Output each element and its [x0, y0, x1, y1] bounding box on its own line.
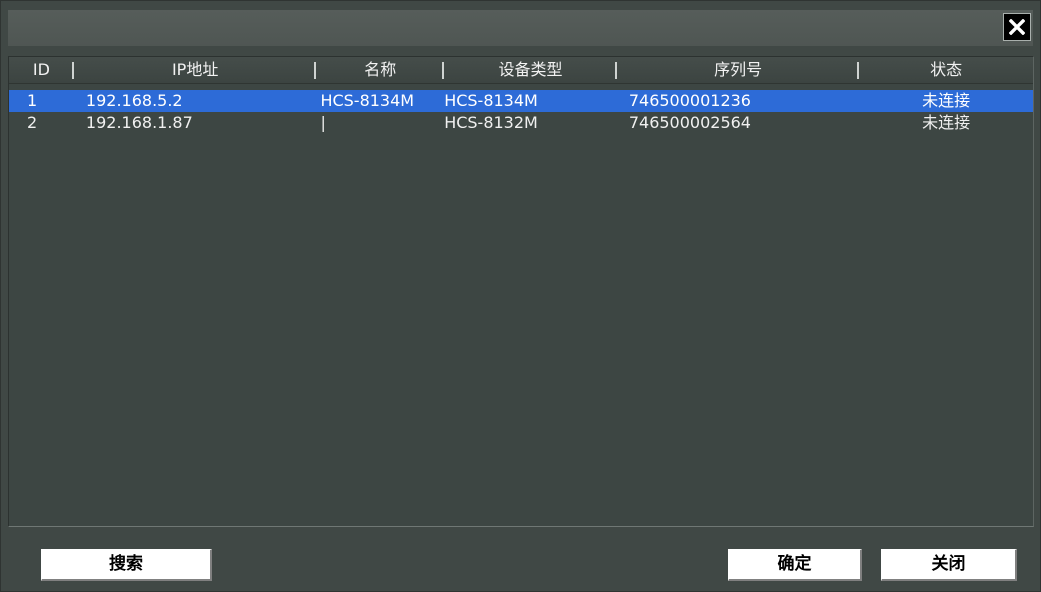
list-header: ID IP地址 名称 设备类型 序列号 状态 — [9, 57, 1033, 84]
row-name: HCS-8134M — [320, 91, 415, 110]
close-button[interactable]: 关闭 — [881, 549, 1017, 581]
column-header-status[interactable]: 状态 — [859, 57, 1033, 83]
search-button[interactable]: 搜索 — [41, 549, 212, 581]
row-name: | — [320, 113, 326, 132]
row-serial: 746500002564 — [628, 113, 751, 132]
row-ip: 192.168.1.87 — [85, 113, 193, 132]
row-serial: 746500001236 — [628, 91, 751, 110]
column-header-id[interactable]: ID — [9, 57, 74, 83]
row-id: 2 — [27, 113, 38, 132]
list-rows: 1 192.168.5.2 HCS-8134M HCS-8134M 746500… — [9, 90, 1033, 134]
row-id: 1 — [27, 91, 38, 110]
row-status: 未连接 — [922, 91, 971, 110]
column-header-serial[interactable]: 序列号 — [617, 57, 860, 83]
column-header-name[interactable]: 名称 — [316, 57, 444, 83]
close-window-button[interactable] — [1003, 13, 1031, 41]
column-header-type[interactable]: 设备类型 — [444, 57, 617, 83]
row-ip: 192.168.5.2 — [85, 91, 183, 110]
close-icon — [1009, 19, 1025, 35]
column-header-ip[interactable]: IP地址 — [74, 57, 317, 83]
table-row[interactable]: 2 192.168.1.87 | HCS-8132M 746500002564 … — [9, 112, 1033, 134]
row-type: HCS-8132M — [444, 113, 538, 132]
title-bar — [8, 10, 1033, 46]
row-status: 未连接 — [922, 113, 971, 132]
device-search-dialog: ID IP地址 名称 设备类型 序列号 状态 1 192.168.5.2 HCS… — [0, 0, 1041, 592]
table-row[interactable]: 1 192.168.5.2 HCS-8134M HCS-8134M 746500… — [9, 90, 1033, 112]
device-list[interactable]: ID IP地址 名称 设备类型 序列号 状态 1 192.168.5.2 HCS… — [8, 56, 1034, 527]
row-type: HCS-8134M — [444, 91, 538, 110]
confirm-button[interactable]: 确定 — [728, 549, 862, 581]
